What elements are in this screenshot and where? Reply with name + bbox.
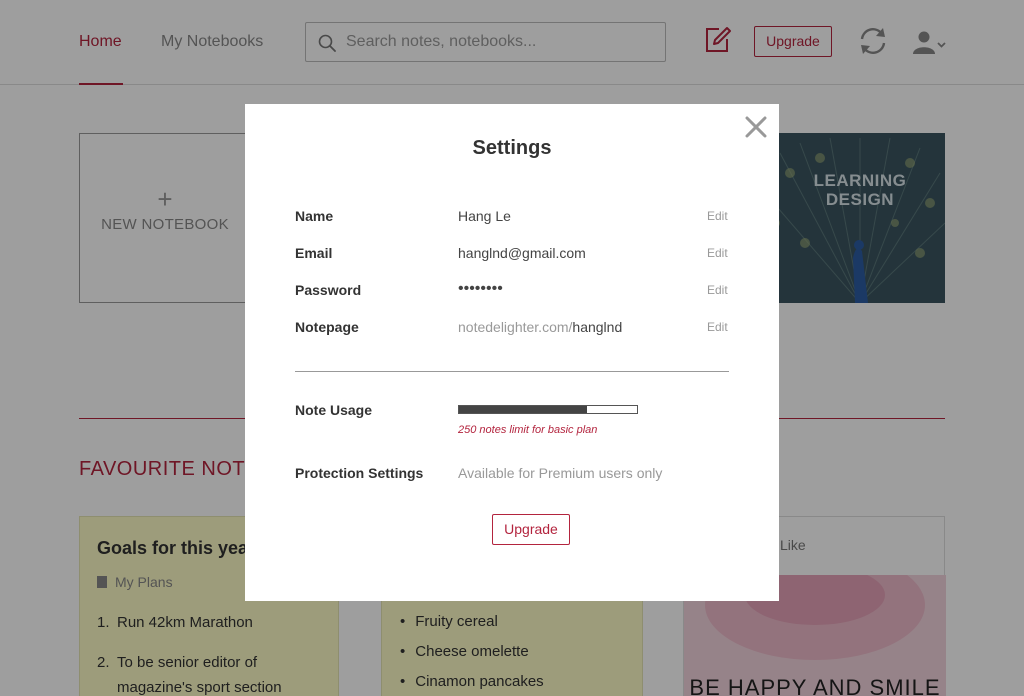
note-usage-progress-bar <box>458 405 638 414</box>
protection-settings-value: Available for Premium users only <box>458 465 663 481</box>
notepage-label: Notepage <box>295 319 359 335</box>
notepage-value: notedelighter.com/hanglnd <box>458 319 623 335</box>
protection-settings-label: Protection Settings <box>295 465 424 481</box>
edit-name-link[interactable]: Edit <box>707 209 728 223</box>
email-label: Email <box>295 245 333 261</box>
divider <box>295 371 729 372</box>
password-value: •••••••• <box>458 280 503 297</box>
upgrade-button[interactable]: Upgrade <box>492 514 570 545</box>
note-usage-label: Note Usage <box>295 402 373 418</box>
settings-dialog: Settings Name Hang Le Edit Email hanglnd… <box>245 104 779 601</box>
email-value: hanglnd@gmail.com <box>458 245 586 261</box>
dialog-title: Settings <box>472 137 552 159</box>
note-usage-progress-fill <box>459 406 588 413</box>
password-label: Password <box>295 282 362 298</box>
edit-email-link[interactable]: Edit <box>707 246 728 260</box>
name-value: Hang Le <box>458 208 511 224</box>
note-limit-text: 250 notes limit for basic plan <box>458 424 598 436</box>
name-label: Name <box>295 208 334 224</box>
edit-password-link[interactable]: Edit <box>707 283 728 297</box>
edit-notepage-link[interactable]: Edit <box>707 320 728 334</box>
close-icon[interactable] <box>745 116 767 138</box>
